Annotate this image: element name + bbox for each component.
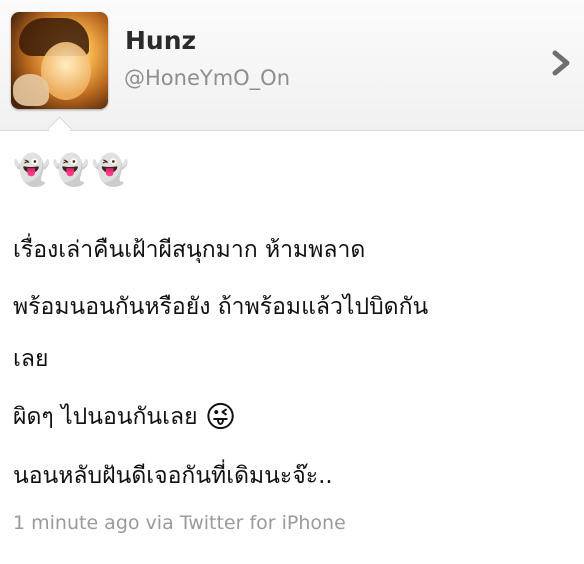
avatar[interactable] (11, 12, 108, 109)
avatar-pet (13, 74, 49, 106)
tweet-line: ผิดๆ ไปนอนกันเลย (13, 404, 198, 430)
display-name[interactable]: Hunz (125, 26, 196, 55)
tweet-timestamp-source[interactable]: 1 minute ago via Twitter for iPhone (13, 512, 346, 534)
tweet-line: เลย (13, 346, 49, 372)
tweet-line: นอนหลับฝันดีเจอกันที่เดิมนะจ๊ะ.. (13, 463, 333, 489)
profile-header[interactable]: Hunz @HoneYmO_On (0, 0, 584, 131)
chevron-right-icon[interactable] (551, 50, 573, 76)
winking-tongue-emoji: 😜 (204, 400, 237, 435)
tweet-line: เรื่องเล่าคืนเฝ้าผีสนุกมาก ห้ามพลาด (13, 237, 366, 263)
tweet-line-with-emoji: ผิดๆ ไปนอนกันเลย 😜 (13, 399, 236, 435)
tweet-line: พร้อมนอนกันหรือยัง ถ้าพร้อมแล้วไปบิดกัน (13, 294, 429, 320)
ghost-emoji-line: 👻👻👻 (13, 153, 132, 188)
username[interactable]: @HoneYmO_On (124, 66, 290, 90)
